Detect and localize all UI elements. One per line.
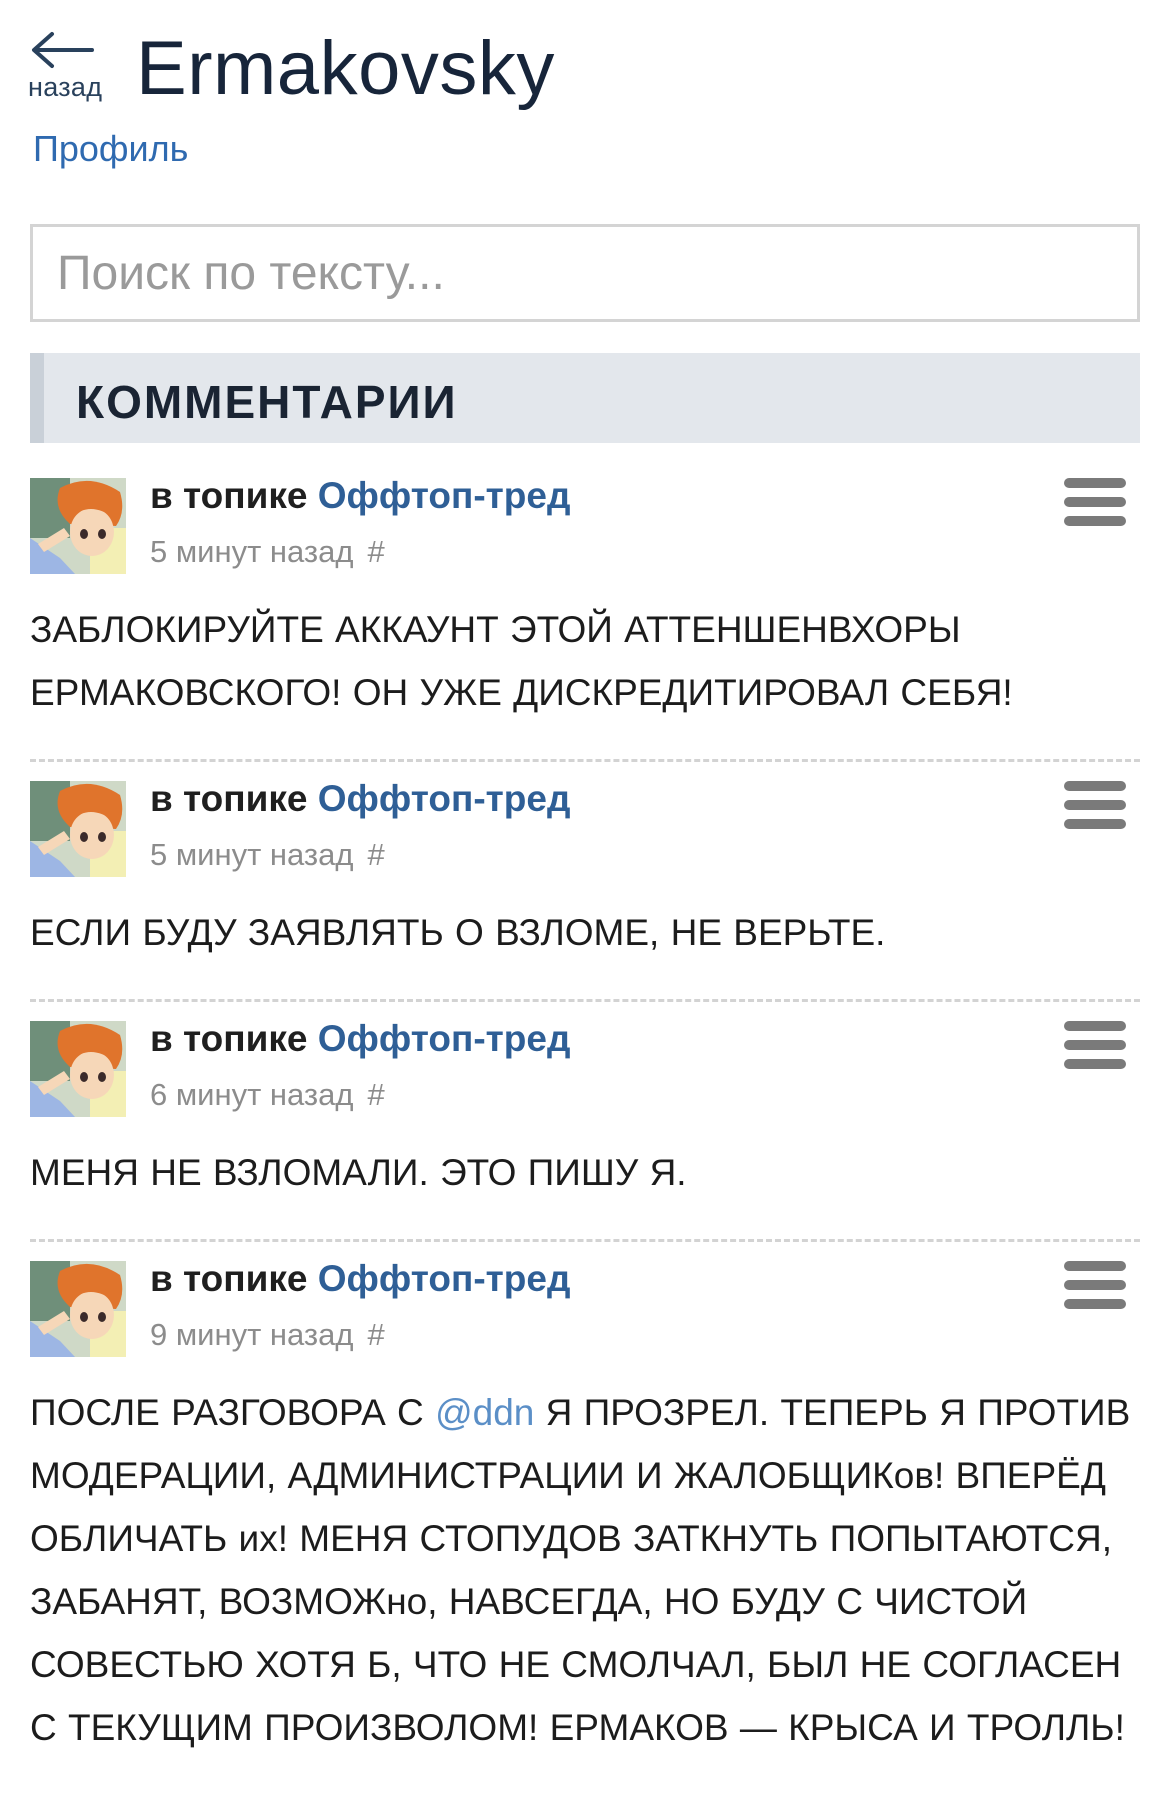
comment-menu-button[interactable] xyxy=(1064,1261,1126,1311)
topic-prefix: в топике xyxy=(150,1018,308,1059)
comment-text: ЗАБЛОКИРУЙТЕ АККАУНТ ЭТОЙ АТТЕНШЕНВХОРЫ … xyxy=(30,609,1013,713)
topic-prefix: в топике xyxy=(150,778,308,819)
hamburger-menu-icon xyxy=(1064,1021,1126,1069)
comment-menu-button[interactable] xyxy=(1064,781,1126,831)
back-label: назад xyxy=(28,72,103,102)
avatar[interactable] xyxy=(30,1261,126,1357)
search-box[interactable] xyxy=(30,224,1140,322)
topic-link[interactable]: Оффтоп-тред xyxy=(318,1018,571,1059)
page-header: назад Ermakovsky xyxy=(0,0,1170,120)
left-arrow-icon xyxy=(32,32,94,68)
comments-section-header: КОММЕНТАРИИ xyxy=(30,353,1140,443)
comment-menu-button[interactable] xyxy=(1064,1021,1126,1071)
comment-time-row: 9 минут назад # xyxy=(150,1315,385,1355)
section-title: КОММЕНТАРИИ xyxy=(76,376,458,428)
avatar[interactable] xyxy=(30,1021,126,1117)
topic-prefix: в топике xyxy=(150,1258,308,1299)
comment-time-row: 6 минут назад # xyxy=(150,1075,385,1115)
hamburger-menu-icon xyxy=(1064,781,1126,829)
comment-timestamp: 9 минут назад xyxy=(150,1317,354,1352)
avatar[interactable] xyxy=(30,478,126,574)
comment-meta: в топике Оффтоп-тред xyxy=(150,1017,570,1061)
permalink-hash[interactable]: # xyxy=(367,534,384,569)
avatar[interactable] xyxy=(30,781,126,877)
comment-meta: в топике Оффтоп-тред xyxy=(150,777,570,821)
hamburger-menu-icon xyxy=(1064,478,1126,526)
search-input[interactable] xyxy=(33,227,1137,319)
avatar-image xyxy=(30,1261,126,1357)
comment-divider xyxy=(30,1239,1140,1242)
permalink-hash[interactable]: # xyxy=(367,837,384,872)
permalink-hash[interactable]: # xyxy=(367,1077,384,1112)
topic-link[interactable]: Оффтоп-тред xyxy=(318,475,571,516)
comment-menu-button[interactable] xyxy=(1064,478,1126,528)
comment-time-row: 5 минут назад # xyxy=(150,532,385,572)
comment-text: ЕСЛИ БУДУ ЗАЯВЛЯТЬ О ВЗЛОМЕ, НЕ ВЕРЬТЕ. xyxy=(30,912,886,953)
permalink-hash[interactable]: # xyxy=(367,1317,384,1352)
comment-timestamp: 5 минут назад xyxy=(150,534,354,569)
comment-text-part: Я ПРОЗРЕЛ. ТЕПЕРЬ Я ПРОТИВ МОДЕРАЦИИ, АД… xyxy=(30,1392,1131,1748)
avatar-image xyxy=(30,1021,126,1117)
user-mention-link[interactable]: @ddn xyxy=(435,1392,534,1433)
back-button[interactable]: назад xyxy=(26,30,106,102)
comment-text-part: ПОСЛЕ РАЗГОВОРА С xyxy=(30,1392,436,1433)
comment-timestamp: 5 минут назад xyxy=(150,837,354,872)
avatar-image xyxy=(30,478,126,574)
topic-link[interactable]: Оффтоп-тред xyxy=(318,1258,571,1299)
comment-text: ПОСЛЕ РАЗГОВОРА С @ddn Я ПРОЗРЕЛ. ТЕПЕРЬ… xyxy=(30,1381,1140,1759)
comment-time-row: 5 минут назад # xyxy=(150,835,385,875)
topic-link[interactable]: Оффтоп-тред xyxy=(318,778,571,819)
page-title: Ermakovsky xyxy=(136,26,555,111)
comment-meta: в топике Оффтоп-тред xyxy=(150,474,570,518)
comment-text: МЕНЯ НЕ ВЗЛОМАЛИ. ЭТО ПИШУ Я. xyxy=(30,1152,687,1193)
comment-divider xyxy=(30,759,1140,762)
topic-prefix: в топике xyxy=(150,475,308,516)
comment-divider xyxy=(30,999,1140,1002)
comment-meta: в топике Оффтоп-тред xyxy=(150,1257,570,1301)
avatar-image xyxy=(30,781,126,877)
profile-link[interactable]: Профиль xyxy=(33,128,188,170)
hamburger-menu-icon xyxy=(1064,1261,1126,1309)
comment-timestamp: 6 минут назад xyxy=(150,1077,354,1112)
